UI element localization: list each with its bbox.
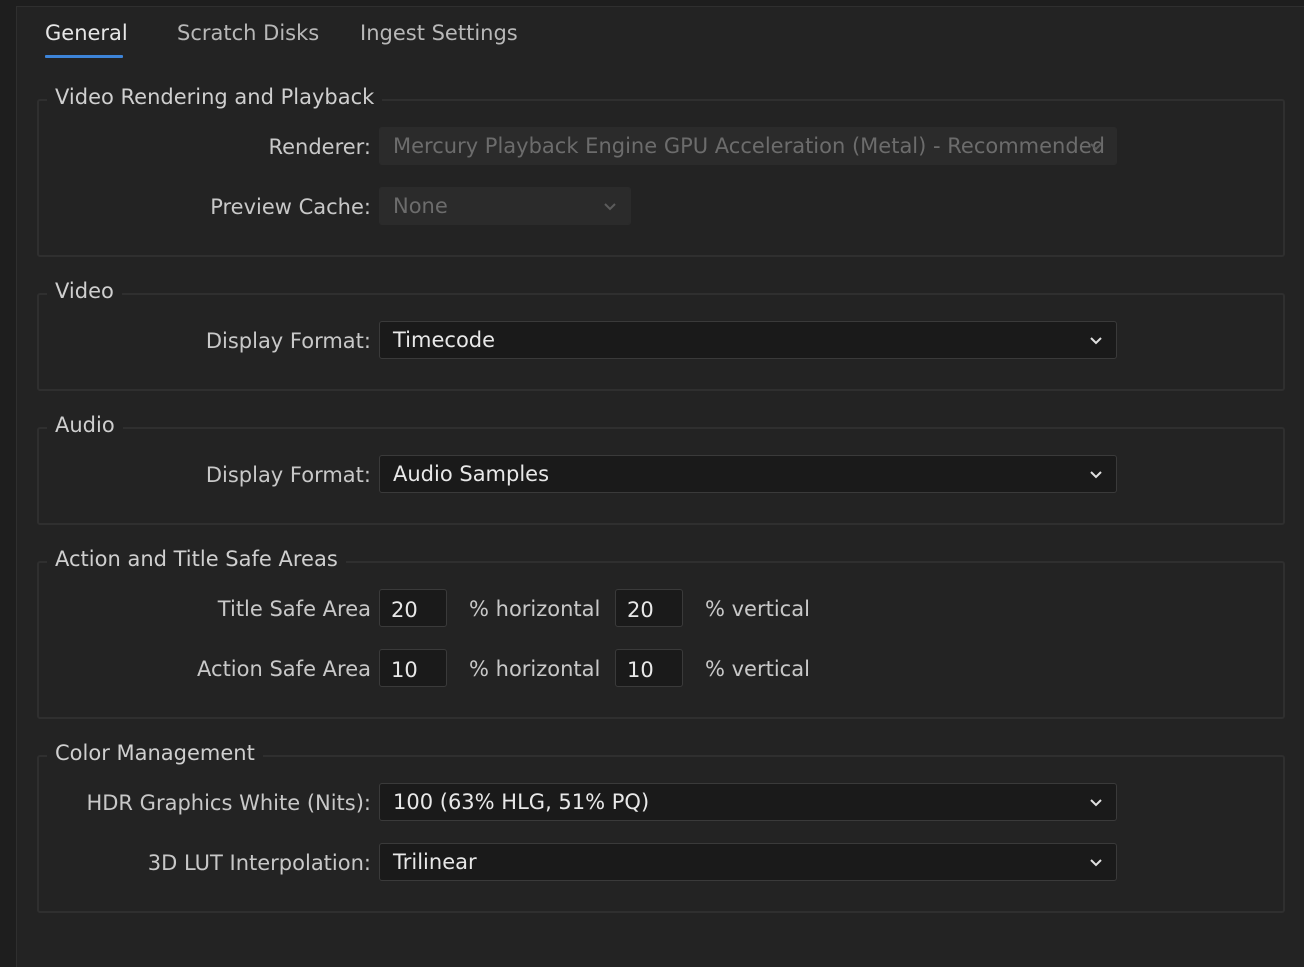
title-safe-horizontal-input[interactable]: 20 xyxy=(379,589,447,627)
tab-scratch-disks[interactable]: Scratch Disks xyxy=(177,21,319,45)
safe-areas-title: Action and Title Safe Areas xyxy=(47,547,346,571)
title-safe-vertical-input[interactable]: 20 xyxy=(615,589,683,627)
action-safe-horizontal-value: 10 xyxy=(391,658,418,682)
video-rendering-group: Video Rendering and Playback Renderer: M… xyxy=(37,85,1285,257)
renderer-select[interactable]: Mercury Playback Engine GPU Acceleration… xyxy=(379,127,1117,165)
lut-interpolation-value: Trilinear xyxy=(393,850,477,874)
audio-display-format-label: Display Format: xyxy=(205,463,371,487)
title-safe-horizontal-value: 20 xyxy=(391,598,418,622)
chevron-down-icon xyxy=(1090,859,1102,867)
chevron-down-icon xyxy=(1090,337,1102,345)
action-safe-vertical-value: 10 xyxy=(627,658,654,682)
color-management-group: Color Management HDR Graphics White (Nit… xyxy=(37,741,1285,913)
hdr-white-label: HDR Graphics White (Nits): xyxy=(86,791,371,815)
preferences-panel: General Scratch Disks Ingest Settings Vi… xyxy=(16,6,1304,967)
lut-interpolation-label: 3D LUT Interpolation: xyxy=(147,851,371,875)
hdr-white-value: 100 (63% HLG, 51% PQ) xyxy=(393,790,650,814)
title-safe-horizontal-unit: % horizontal xyxy=(469,597,601,621)
audio-display-format-select[interactable]: Audio Samples xyxy=(379,455,1117,493)
title-safe-label: Title Safe Area xyxy=(217,597,371,621)
title-safe-vertical-unit: % vertical xyxy=(705,597,810,621)
action-safe-vertical-input[interactable]: 10 xyxy=(615,649,683,687)
action-safe-vertical-unit: % vertical xyxy=(705,657,810,681)
video-group: Video Display Format: Timecode xyxy=(37,279,1285,391)
action-safe-label: Action Safe Area xyxy=(197,657,371,681)
color-management-title: Color Management xyxy=(47,741,263,765)
title-safe-vertical-value: 20 xyxy=(627,598,654,622)
action-safe-horizontal-unit: % horizontal xyxy=(469,657,601,681)
tab-general[interactable]: General xyxy=(45,21,128,45)
video-display-format-value: Timecode xyxy=(393,328,496,352)
video-title: Video xyxy=(47,279,122,303)
chevron-down-icon xyxy=(1090,471,1102,479)
chevron-down-icon xyxy=(1090,143,1102,151)
tab-ingest-settings[interactable]: Ingest Settings xyxy=(360,21,518,45)
chevron-down-icon xyxy=(1090,799,1102,807)
renderer-label: Renderer: xyxy=(268,135,371,159)
video-display-format-label: Display Format: xyxy=(205,329,371,353)
video-display-format-select[interactable]: Timecode xyxy=(379,321,1117,359)
safe-areas-group: Action and Title Safe Areas Title Safe A… xyxy=(37,547,1285,719)
video-rendering-title: Video Rendering and Playback xyxy=(47,85,383,109)
preview-cache-label: Preview Cache: xyxy=(210,195,371,219)
preview-cache-select[interactable]: None xyxy=(379,187,631,225)
preview-cache-value: None xyxy=(393,194,448,218)
active-tab-indicator xyxy=(45,55,123,58)
renderer-value: Mercury Playback Engine GPU Acceleration… xyxy=(393,134,1105,158)
audio-display-format-value: Audio Samples xyxy=(393,462,550,486)
lut-interpolation-select[interactable]: Trilinear xyxy=(379,843,1117,881)
tab-bar: General Scratch Disks Ingest Settings xyxy=(17,7,1304,67)
audio-title: Audio xyxy=(47,413,123,437)
hdr-white-select[interactable]: 100 (63% HLG, 51% PQ) xyxy=(379,783,1117,821)
audio-group: Audio Display Format: Audio Samples xyxy=(37,413,1285,525)
action-safe-horizontal-input[interactable]: 10 xyxy=(379,649,447,687)
chevron-down-icon xyxy=(604,203,616,211)
